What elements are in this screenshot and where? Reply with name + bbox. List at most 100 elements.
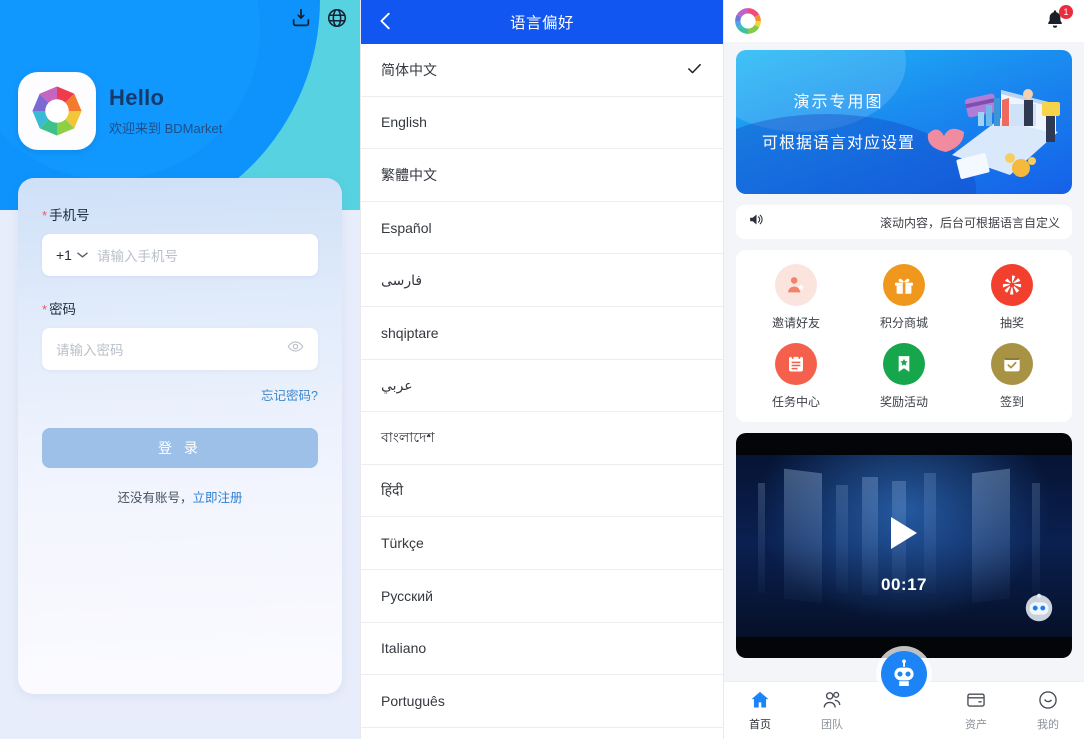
language-row[interactable]: 繁體中文	[361, 149, 723, 202]
download-icon[interactable]	[290, 7, 312, 29]
phone-input[interactable]: 请输入手机号	[97, 245, 178, 265]
home-header: 1	[724, 0, 1084, 42]
quick-action-item[interactable]: 积分商城	[850, 264, 958, 331]
phone-label-text: 手机号	[49, 208, 90, 223]
language-row[interactable]: Italiano	[361, 623, 723, 676]
banner-illustration	[927, 89, 1060, 179]
language-row-label: বাংলাদেশ	[381, 428, 435, 445]
task-center-icon	[775, 343, 817, 385]
language-row[interactable]: 简体中文	[361, 44, 723, 97]
robot-assistant-icon[interactable]	[881, 651, 927, 697]
language-row[interactable]: हिंदी	[361, 465, 723, 518]
welcome-subtitle: 欢迎来到 BDMarket	[109, 121, 223, 137]
quick-action-item[interactable]: 任务中心	[742, 343, 850, 410]
invite-friend-icon	[775, 264, 817, 306]
chevron-down-icon[interactable]	[77, 246, 88, 264]
phone-field-label: * 手机号	[42, 204, 318, 224]
language-row[interactable]: عربي	[361, 360, 723, 413]
signup-prompt: 还没有账号，立即注册	[42, 487, 318, 506]
color-ring-logo	[734, 7, 762, 35]
language-row[interactable]: Türkçe	[361, 517, 723, 570]
language-row-label: 繁體中文	[381, 166, 437, 183]
quick-action-label: 抽奖	[999, 316, 1024, 330]
greeting-block: Hello 欢迎来到 BDMarket	[109, 85, 222, 137]
language-row-label: Italiano	[381, 640, 427, 657]
quick-action-label: 签到	[999, 395, 1024, 409]
language-row[interactable]: shqiptare	[361, 307, 723, 360]
bdmarket-app-logo	[18, 72, 96, 150]
home-icon	[751, 691, 769, 708]
language-row[interactable]: Português	[361, 675, 723, 728]
quick-action-item[interactable]: 抽奖	[958, 264, 1066, 331]
notification-badge: 1	[1059, 5, 1073, 19]
language-row-label: Português	[381, 692, 445, 709]
language-row[interactable]: Español	[361, 202, 723, 255]
robot-watermark-icon	[1025, 593, 1053, 622]
password-field-label: * 密码	[42, 298, 318, 318]
quick-action-label: 奖励活动	[879, 395, 928, 409]
phone-required-mark: *	[42, 208, 48, 223]
video-player-card[interactable]: 00:17	[736, 433, 1072, 658]
tab-assets[interactable]: 资产	[940, 689, 1012, 732]
language-row-label: فارسی	[381, 271, 423, 288]
check-icon	[686, 60, 703, 80]
password-input-row[interactable]: 请输入密码	[42, 328, 318, 370]
login-screen: Hello 欢迎来到 BDMarket * 手机号 +1 请输入手机号 * 密码 请…	[0, 0, 360, 739]
language-row[interactable]: فارسی	[361, 254, 723, 307]
language-row-label: 简体中文	[381, 61, 437, 78]
login-brand-block: Hello 欢迎来到 BDMarket	[18, 72, 222, 150]
banner-line-2: 可根据语言对应设置	[762, 135, 916, 152]
language-row-label: Español	[381, 219, 432, 236]
signup-link[interactable]: 立即注册	[193, 491, 243, 505]
language-row[interactable]: Русский	[361, 570, 723, 623]
quick-action-item[interactable]: 签到	[958, 343, 1066, 410]
language-row-label: shqiptare	[381, 324, 439, 341]
language-title-bar: 语言偏好	[361, 0, 723, 44]
play-icon[interactable]	[891, 517, 917, 549]
language-row-label: English	[381, 114, 427, 131]
notice-bar[interactable]: 滚动内容，后台可根据语言自定义	[736, 205, 1072, 239]
language-preference-screen: 语言偏好 简体中文 English 繁體中文 Español فارسی shqiptar…	[360, 0, 724, 739]
language-row-label: عربي	[381, 376, 413, 393]
promo-banner[interactable]: 演示专用图 可根据语言对应设置	[736, 50, 1072, 194]
language-row[interactable]: বাংলাদেশ	[361, 412, 723, 465]
notification-bell[interactable]: 1	[1044, 5, 1073, 34]
tab-assets-label: 资产	[965, 719, 987, 731]
eye-icon[interactable]	[287, 338, 304, 360]
language-row[interactable]	[361, 728, 723, 739]
quick-action-item[interactable]: 奖励活动	[850, 343, 958, 410]
lottery-wheel-icon	[991, 264, 1033, 306]
language-row[interactable]: English	[361, 97, 723, 150]
globe-icon[interactable]	[326, 7, 348, 29]
quick-action-item[interactable]: 邀请好友	[742, 264, 850, 331]
reward-badge-icon	[883, 343, 925, 385]
password-label-text: 密码	[49, 302, 77, 317]
home-screen: 1 演示专用图 可根据语言对应设置 滚动内容，后台可根据语言自定义 邀请好友 积…	[724, 0, 1084, 739]
quick-action-label: 积分商城	[879, 316, 928, 330]
login-header-icons	[290, 7, 348, 29]
tab-profile-label: 我的	[1037, 719, 1059, 731]
language-row-label: Türkçe	[381, 535, 424, 552]
wallet-icon	[967, 693, 985, 707]
tab-team[interactable]: 团队	[796, 689, 868, 732]
signup-prompt-text: 还没有账号，	[117, 491, 193, 505]
three-panel-screenshot: Hello 欢迎来到 BDMarket * 手机号 +1 请输入手机号 * 密码 请…	[0, 0, 1084, 739]
forgot-password-link[interactable]: 忘记密码?	[42, 385, 318, 404]
gift-icon	[883, 264, 925, 306]
language-row-label: हिंदी	[381, 482, 404, 499]
quick-action-grid: 邀请好友 积分商城 抽奖任务中心 奖励活动 签到	[736, 250, 1072, 422]
login-button[interactable]: 登 录	[42, 428, 318, 468]
phone-input-row[interactable]: +1 请输入手机号	[42, 234, 318, 276]
password-input[interactable]: 请输入密码	[56, 339, 124, 359]
quick-action-label: 邀请好友	[771, 316, 820, 330]
language-row-label: Русский	[381, 587, 433, 604]
tab-profile[interactable]: 我的	[1012, 689, 1084, 732]
tab-team-label: 团队	[821, 719, 843, 731]
greeting-title: Hello	[109, 84, 165, 110]
tab-home[interactable]: 首页	[724, 689, 796, 732]
team-icon	[823, 691, 841, 708]
country-code-value[interactable]: +1	[56, 247, 72, 263]
chevron-left-icon[interactable]	[375, 10, 397, 37]
quick-action-label: 任务中心	[771, 395, 820, 409]
banner-text-block: 演示专用图 可根据语言对应设置	[762, 88, 915, 153]
